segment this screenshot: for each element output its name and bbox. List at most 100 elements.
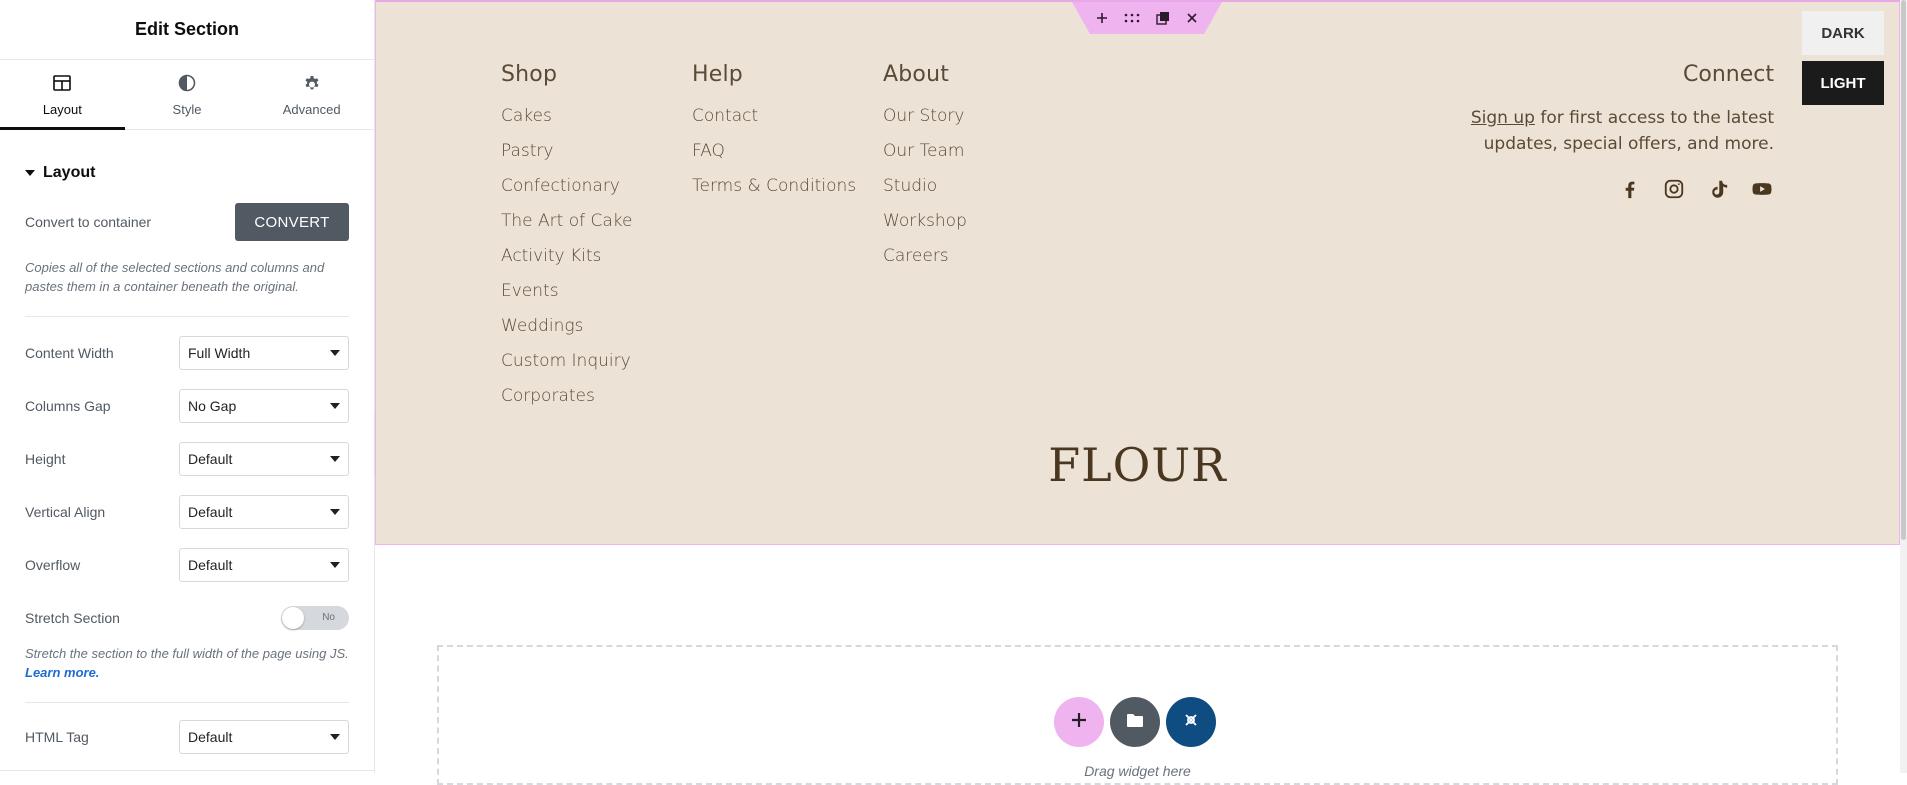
section-title: Layout [43, 164, 96, 181]
content-width-label: Content Width [25, 345, 114, 361]
select-value: Default [188, 504, 233, 520]
stretch-hint-text: Stretch the section to the full width of… [25, 646, 349, 661]
close-icon[interactable] [1186, 12, 1198, 24]
tab-style[interactable]: Style [125, 60, 250, 129]
footer-link[interactable]: Confectionary [501, 175, 632, 210]
chevron-down-icon [330, 509, 340, 515]
contrast-icon [177, 73, 197, 96]
vertical-align-select[interactable]: Default [179, 495, 349, 529]
height-label: Height [25, 451, 66, 467]
chevron-down-icon [330, 734, 340, 740]
convert-button[interactable]: CONVERT [235, 203, 349, 241]
html-tag-row: HTML Tag Default [0, 720, 374, 754]
youtube-icon[interactable] [1750, 177, 1774, 201]
light-mode-button[interactable]: LIGHT [1802, 61, 1884, 105]
add-template-button[interactable] [1110, 697, 1160, 747]
column-title: Connect [1683, 62, 1774, 87]
column-title: About [883, 62, 950, 87]
footer-link[interactable]: Careers [883, 245, 967, 280]
column-title: Shop [501, 62, 558, 87]
instagram-icon[interactable] [1662, 177, 1686, 201]
gear-icon [302, 73, 322, 96]
overflow-select[interactable]: Default [179, 548, 349, 582]
widget-drop-area[interactable]: Drag widget here [437, 645, 1838, 785]
caret-down-icon [25, 170, 35, 176]
footer-link[interactable]: FAQ [692, 140, 856, 175]
vertical-align-row: Vertical Align Default [0, 495, 374, 529]
facebook-icon[interactable] [1618, 177, 1642, 201]
tab-label: Layout [42, 101, 82, 117]
ai-plugin-button[interactable] [1166, 697, 1216, 747]
html-tag-select[interactable]: Default [179, 720, 349, 754]
stretch-hint: Stretch the section to the full width of… [0, 644, 374, 682]
overflow-label: Overflow [25, 557, 81, 573]
scrollbar-thumb[interactable] [1901, 0, 1906, 540]
height-row: Height Default [0, 442, 374, 476]
footer-column-help: Help Contact FAQ Terms & Conditions [692, 62, 856, 210]
height-select[interactable]: Default [179, 442, 349, 476]
dark-mode-button[interactable]: DARK [1802, 11, 1884, 55]
section-handle [1072, 2, 1222, 34]
social-links [1434, 177, 1774, 201]
overflow-row: Overflow Default [0, 548, 374, 582]
divider [0, 770, 374, 771]
select-value: Default [188, 729, 233, 745]
columns-gap-select[interactable]: No Gap [179, 389, 349, 423]
footer-link[interactable]: Weddings [501, 315, 632, 350]
add-section-button[interactable] [1054, 697, 1104, 747]
select-value: No Gap [188, 398, 237, 414]
footer-link[interactable]: Cakes [501, 105, 632, 140]
page-scrollbar[interactable] [1900, 0, 1907, 773]
convert-hint: Copies all of the selected sections and … [25, 260, 325, 294]
chevron-down-icon [330, 403, 340, 409]
tab-advanced[interactable]: Advanced [249, 60, 374, 129]
content-width-row: Content Width Full Width [0, 336, 374, 370]
divider [25, 316, 349, 317]
folder-icon [1124, 709, 1146, 736]
footer-link[interactable]: Our Team [883, 140, 967, 175]
toggle-knob [282, 607, 304, 629]
footer-link[interactable]: Contact [692, 105, 856, 140]
footer-link[interactable]: Workshop [883, 210, 967, 245]
stretch-toggle[interactable]: No [281, 606, 349, 630]
duplicate-icon[interactable] [1156, 11, 1170, 25]
stretch-row: Stretch Section No [0, 606, 374, 630]
footer-column-connect: Connect Sign up for first access to the … [1434, 62, 1774, 201]
select-value: Default [188, 557, 233, 573]
footer-link[interactable]: Custom Inquiry [501, 350, 632, 385]
plugin-icon [1180, 709, 1202, 736]
toggle-state: No [322, 612, 335, 623]
footer-link[interactable]: The Art of Cake [501, 210, 632, 245]
sign-up-link[interactable]: Sign up [1471, 108, 1535, 128]
footer-section[interactable]: Shop Cakes Pastry Confectionary The Art … [375, 0, 1900, 545]
select-value: Full Width [188, 345, 251, 361]
convert-row: Convert to container CONVERT [0, 202, 374, 242]
footer-link[interactable]: Our Story [883, 105, 967, 140]
footer-link[interactable]: Corporates [501, 385, 632, 420]
convert-label: Convert to container [25, 214, 152, 230]
tab-layout[interactable]: Layout [0, 60, 125, 130]
tiktok-icon[interactable] [1706, 177, 1730, 201]
html-tag-label: HTML Tag [25, 729, 89, 745]
divider [25, 702, 349, 703]
stretch-label: Stretch Section [25, 610, 120, 626]
panel-title: Edit Section [0, 0, 374, 60]
footer-link[interactable]: Activity Kits [501, 245, 632, 280]
learn-more-link[interactable]: Learn more. [25, 665, 99, 680]
footer-column-about: About Our Story Our Team Studio Workshop… [883, 62, 967, 280]
drag-handle-icon[interactable] [1124, 13, 1140, 23]
columns-gap-row: Columns Gap No Gap [0, 389, 374, 423]
drop-area-text: Drag widget here [1084, 763, 1191, 779]
content-width-select[interactable]: Full Width [179, 336, 349, 370]
footer-link[interactable]: Studio [883, 175, 967, 210]
footer-link[interactable]: Events [501, 280, 632, 315]
footer-link[interactable]: Pastry [501, 140, 632, 175]
flour-logo: FLOUR [1048, 438, 1227, 492]
vertical-align-label: Vertical Align [25, 504, 106, 520]
add-icon[interactable] [1096, 12, 1108, 24]
footer-link[interactable]: Terms & Conditions [692, 175, 856, 210]
drop-area-buttons [1054, 697, 1216, 747]
panel-tabs: Layout Style Advanced [0, 60, 374, 130]
layout-icon [52, 73, 72, 96]
editor-panel: Edit Section Layout Style Advanced Layou… [0, 0, 375, 773]
